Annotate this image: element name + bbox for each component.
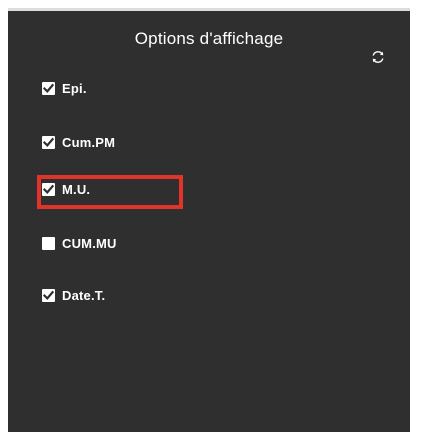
option-label-cum-pm: Cum.PM — [62, 134, 116, 150]
checkbox-mu[interactable] — [42, 182, 55, 196]
checkmark-icon — [43, 83, 54, 93]
option-label-cum-mu: CUM.MU — [62, 235, 117, 251]
refresh-icon[interactable] — [370, 49, 386, 65]
panel-title: Options d'affichage — [134, 29, 284, 48]
option-label-epi: Epi. — [62, 80, 87, 96]
option-cum-pm[interactable]: Cum.PM — [42, 133, 115, 151]
checkmark-icon — [43, 184, 54, 194]
option-date-t[interactable]: Date.T. — [42, 286, 105, 304]
option-label-mu: M.U. — [62, 181, 91, 197]
display-options-panel: Options d'affichage Epi. Cum.PM M.U. CUM… — [8, 8, 410, 432]
checkmark-icon — [43, 290, 54, 300]
option-label-date-t: Date.T. — [62, 287, 106, 303]
option-epi[interactable]: Epi. — [42, 79, 87, 97]
option-cum-mu[interactable]: CUM.MU — [42, 234, 117, 252]
option-mu[interactable]: M.U. — [42, 180, 90, 198]
checkbox-date-t[interactable] — [42, 288, 55, 302]
checkbox-epi[interactable] — [42, 81, 55, 95]
checkbox-cum-mu[interactable] — [42, 236, 55, 250]
checkbox-cum-pm[interactable] — [42, 135, 55, 149]
checkmark-icon — [43, 137, 54, 147]
